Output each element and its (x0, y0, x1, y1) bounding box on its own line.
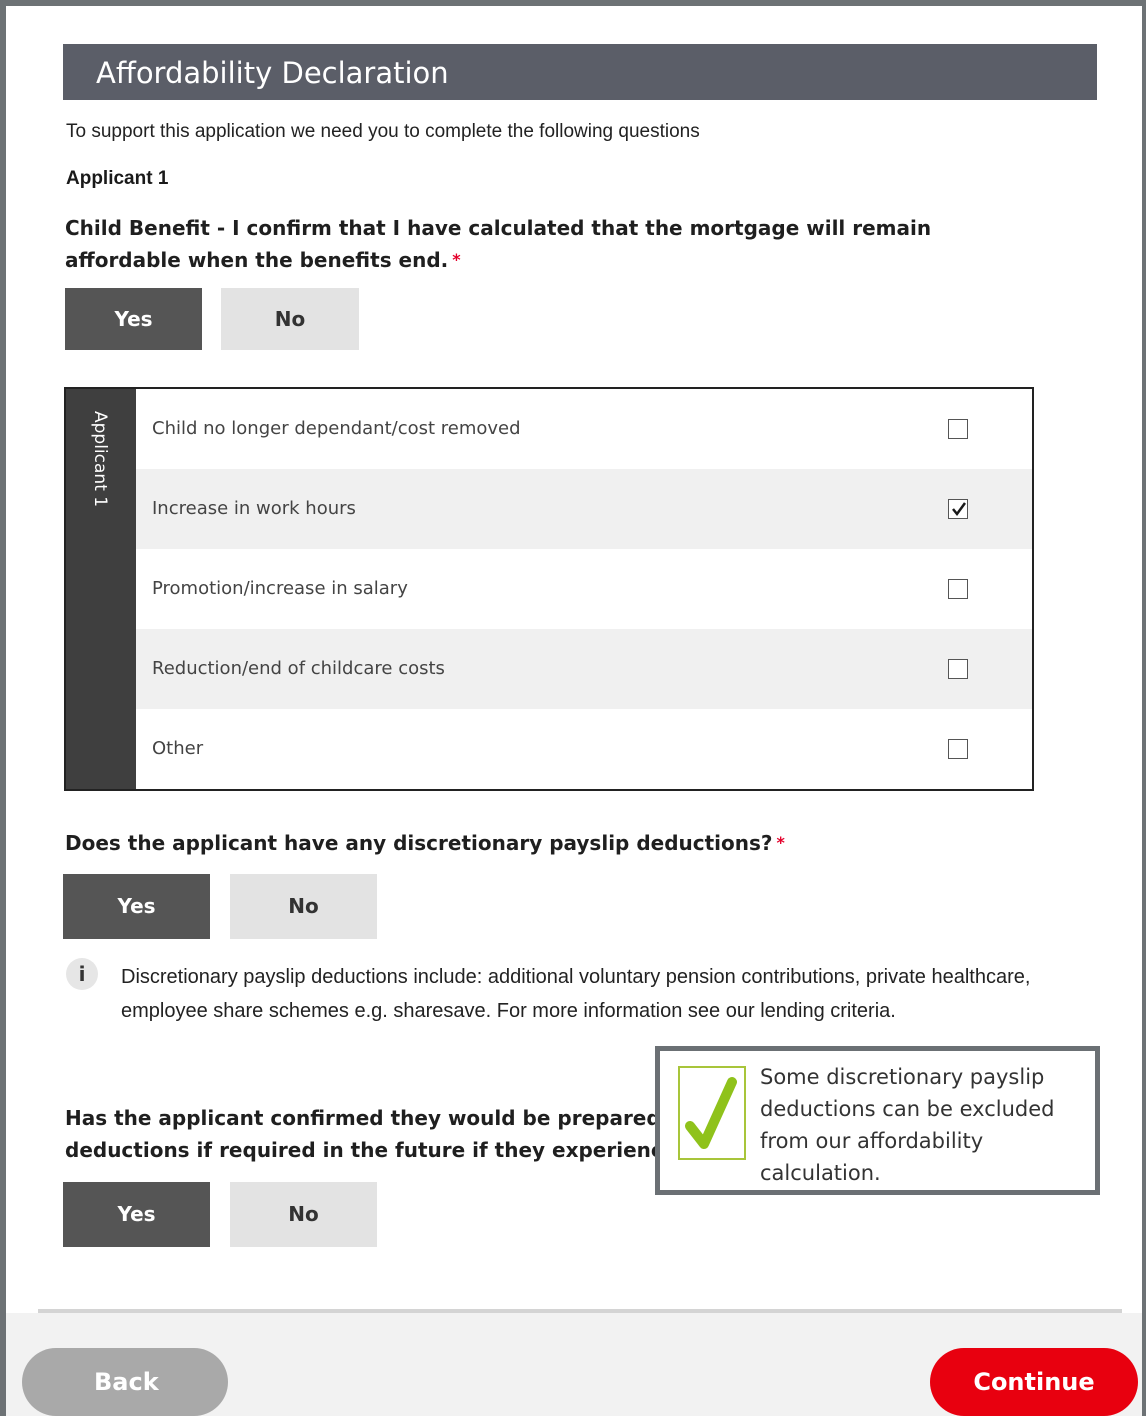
checkbox[interactable] (948, 499, 968, 519)
child-benefit-question: Child Benefit - I confirm that I have ca… (65, 212, 1005, 276)
checklist-row[interactable]: Increase in work hours (136, 469, 1032, 549)
checklist-row-label: Promotion/increase in salary (152, 578, 408, 599)
info-icon: i (66, 958, 98, 990)
prepared-question-line-1: Has the applicant confirmed they would b… (65, 1106, 661, 1130)
child-benefit-yes-button[interactable]: Yes (65, 288, 202, 350)
required-marker: * (452, 250, 461, 269)
checkbox[interactable] (948, 579, 968, 599)
question-text: Does the applicant have any discretionar… (65, 831, 773, 855)
prepared-yes-button[interactable]: Yes (63, 1182, 210, 1247)
child-benefit-no-button[interactable]: No (221, 288, 359, 350)
window-frame-left (0, 0, 6, 1416)
tooltip-text: Some discretionary payslip deductions ca… (760, 1065, 1055, 1185)
tooltip-popup: Some discretionary payslip deductions ca… (655, 1046, 1100, 1195)
checklist-row-label: Reduction/end of childcare costs (152, 658, 445, 679)
payslip-deductions-question: Does the applicant have any discretionar… (65, 827, 785, 859)
affordability-checklist: Applicant 1 Child no longer dependant/co… (64, 387, 1034, 791)
checkbox[interactable] (948, 659, 968, 679)
prepared-no-button[interactable]: No (230, 1182, 377, 1247)
info-text: Discretionary payslip deductions include… (121, 966, 1031, 1022)
checklist-row[interactable]: Reduction/end of childcare costs (136, 629, 1032, 709)
back-button[interactable]: Back (22, 1348, 228, 1416)
checkmark-icon (678, 1066, 746, 1160)
intro-text: To support this application we need you … (66, 121, 700, 142)
checklist-row[interactable]: Other (136, 709, 1032, 789)
payslip-deductions-no-button[interactable]: No (230, 874, 377, 939)
check-icon (952, 502, 967, 517)
checklist-side-label: Applicant 1 (66, 389, 136, 789)
checklist-row-label: Increase in work hours (152, 498, 356, 519)
prepared-question-line-2: deductions if required in the future if … (65, 1138, 677, 1162)
question-text: Child Benefit - I confirm that I have ca… (65, 216, 932, 272)
checklist-row-label: Other (152, 738, 204, 759)
payslip-deductions-yes-button[interactable]: Yes (63, 874, 210, 939)
window-frame-right (1142, 0, 1146, 1416)
checklist-row[interactable]: Promotion/increase in salary (136, 549, 1032, 629)
required-marker: * (776, 833, 785, 852)
checklist-row[interactable]: Child no longer dependant/cost removed (136, 389, 1032, 469)
checklist-row-label: Child no longer dependant/cost removed (152, 418, 521, 439)
section-header: Affordability Declaration (63, 44, 1097, 100)
applicant-side-text: Applicant 1 (90, 411, 110, 508)
continue-button[interactable]: Continue (930, 1348, 1138, 1416)
applicant-heading: Applicant 1 (66, 168, 169, 189)
checkbox[interactable] (948, 739, 968, 759)
checkbox[interactable] (948, 419, 968, 439)
